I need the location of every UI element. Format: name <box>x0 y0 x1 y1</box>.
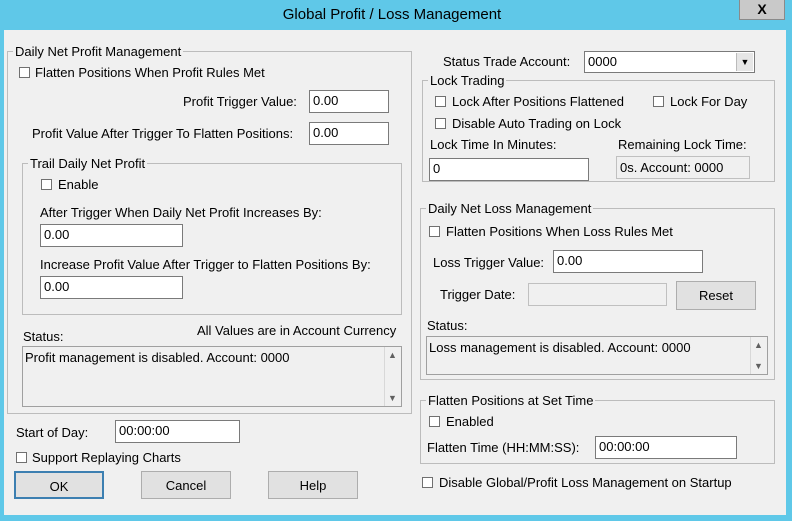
help-button[interactable]: Help <box>268 471 358 499</box>
status-account-label: Status Trade Account: <box>443 54 571 69</box>
trail-enable-checkbox[interactable] <box>41 179 52 190</box>
remaining-lock-label: Remaining Lock Time: <box>618 137 747 152</box>
trail-increase-input[interactable]: 0.00 <box>40 224 183 247</box>
profit-after-trigger-label: Profit Value After Trigger To Flatten Po… <box>32 126 294 141</box>
trail-enable-label: Enable <box>58 177 99 192</box>
loss-trigger-input[interactable]: 0.00 <box>553 250 703 273</box>
cancel-button[interactable]: Cancel <box>141 471 231 499</box>
loss-status-box[interactable]: Loss management is disabled. Account: 00… <box>426 336 768 375</box>
loss-status-scrollbar[interactable]: ▲ ▼ <box>750 337 767 374</box>
profit-trigger-label: Profit Trigger Value: <box>183 94 297 109</box>
loss-status-text: Loss management is disabled. Account: 00… <box>429 340 691 355</box>
close-button[interactable]: X <box>739 0 785 20</box>
dialog-body: Daily Net Profit Management Flatten Posi… <box>4 30 786 515</box>
trail-flatten-input[interactable]: 0.00 <box>40 276 183 299</box>
flatten-loss-checkbox[interactable] <box>429 226 440 237</box>
support-replay-label: Support Replaying Charts <box>32 450 181 465</box>
profit-group-title: Daily Net Profit Management <box>13 44 184 59</box>
trigger-date-label: Trigger Date: <box>440 287 516 302</box>
flatten-time-enabled-checkbox[interactable] <box>429 416 440 427</box>
loss-group-title: Daily Net Loss Management <box>426 201 594 216</box>
lock-minutes-label: Lock Time In Minutes: <box>430 137 557 152</box>
profit-status-scrollbar[interactable]: ▲ ▼ <box>384 347 401 406</box>
lock-after-flatten-label: Lock After Positions Flattened <box>452 94 624 109</box>
loss-trigger-label: Loss Trigger Value: <box>433 255 545 270</box>
status-account-value: 0000 <box>588 54 617 69</box>
reset-button[interactable]: Reset <box>676 281 756 310</box>
profit-status-box[interactable]: Profit management is disabled. Account: … <box>22 346 402 407</box>
remaining-lock-value: 0s. Account: 0000 <box>616 156 750 179</box>
disable-auto-label: Disable Auto Trading on Lock <box>452 116 622 131</box>
disable-startup-checkbox[interactable] <box>422 477 433 488</box>
trail-increase-label: After Trigger When Daily Net Profit Incr… <box>40 205 322 220</box>
flatten-profit-checkbox[interactable] <box>19 67 30 78</box>
trigger-date-field <box>528 283 667 306</box>
support-replay-checkbox[interactable] <box>16 452 27 463</box>
flatten-time-label: Flatten Time (HH:MM:SS): <box>427 440 580 455</box>
window-title: Global Profit / Loss Management <box>282 6 502 23</box>
disable-auto-checkbox[interactable] <box>435 118 446 129</box>
loss-status-label: Status: <box>427 318 468 333</box>
lock-for-day-checkbox[interactable] <box>653 96 664 107</box>
profit-after-trigger-input[interactable]: 0.00 <box>309 122 389 145</box>
flatten-time-enabled-label: Enabled <box>446 414 494 429</box>
currency-note: All Values are in Account Currency <box>197 323 397 338</box>
start-of-day-label: Start of Day: <box>16 425 89 440</box>
status-account-select[interactable]: 0000 ▼ <box>584 51 755 73</box>
disable-startup-label: Disable Global/Profit Loss Management on… <box>439 475 732 490</box>
start-of-day-input[interactable]: 00:00:00 <box>115 420 240 443</box>
trail-flatten-label: Increase Profit Value After Trigger to F… <box>40 257 371 272</box>
flatten-profit-label: Flatten Positions When Profit Rules Met <box>35 65 265 80</box>
profit-trigger-input[interactable]: 0.00 <box>309 90 389 113</box>
trail-group-title: Trail Daily Net Profit <box>28 156 148 171</box>
profit-status-text: Profit management is disabled. Account: … <box>25 350 290 365</box>
profit-status-label: Status: <box>23 329 64 344</box>
lock-after-flatten-checkbox[interactable] <box>435 96 446 107</box>
ok-button[interactable]: OK <box>14 471 104 499</box>
lock-group-title: Lock Trading <box>428 73 507 88</box>
flatten-time-group-title: Flatten Positions at Set Time <box>426 393 596 408</box>
title-bar: Global Profit / Loss Management X <box>0 0 792 30</box>
flatten-time-input[interactable]: 00:00:00 <box>595 436 737 459</box>
lock-for-day-label: Lock For Day <box>670 94 748 109</box>
chevron-down-icon[interactable]: ▼ <box>736 53 753 71</box>
lock-minutes-input[interactable]: 0 <box>429 158 589 181</box>
flatten-loss-label: Flatten Positions When Loss Rules Met <box>446 224 673 239</box>
